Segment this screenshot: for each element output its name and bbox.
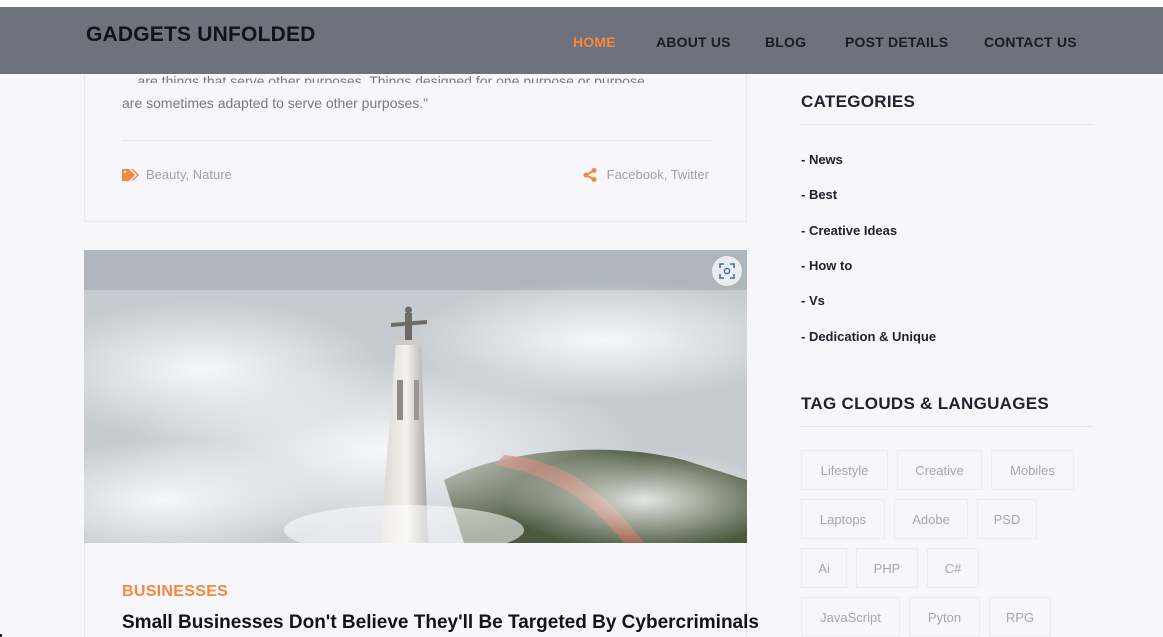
tag-javascript[interactable]: JavaScript [801, 597, 900, 637]
tag-creative[interactable]: Creative [897, 450, 982, 490]
post-quote-line-1: ... are things that serve other purposes… [122, 73, 645, 83]
nav-post-details[interactable]: POST DETAILS [845, 34, 948, 50]
next-post-body: BUSINESSES Small Businesses Don't Believ… [84, 543, 759, 637]
tag-mobiles[interactable]: Mobiles [991, 450, 1074, 490]
category-item-best[interactable]: - Best [801, 187, 837, 202]
zoom-button[interactable] [712, 256, 742, 286]
tag-laptops[interactable]: Laptops [801, 499, 885, 539]
category-item-how-to[interactable]: - How to [801, 258, 852, 273]
tag-rpg[interactable]: RPG [989, 597, 1051, 637]
tag-pyton[interactable]: Pyton [909, 597, 980, 637]
post-image[interactable] [84, 250, 747, 543]
categories-rule [801, 124, 1093, 125]
site-header: GADGETS UNFOLDED HOME ABOUT US BLOG POST… [0, 7, 1163, 74]
category-item-dedication-unique[interactable]: - Dedication & Unique [801, 329, 936, 344]
foggy-monument-image [84, 250, 747, 543]
post-quote-line-2: are sometimes adapted to serve other pur… [122, 95, 429, 111]
post-category[interactable]: BUSINESSES [122, 583, 228, 601]
nav-about-us[interactable]: ABOUT US [656, 34, 731, 50]
tags-rule [801, 426, 1093, 427]
tag-adobe[interactable]: Adobe [894, 499, 968, 539]
top-strip [0, 0, 1163, 7]
post-divider [122, 140, 711, 141]
tag-ai[interactable]: Ai [801, 548, 847, 588]
post-title[interactable]: Small Businesses Don't Believe They'll B… [122, 612, 759, 634]
post-tags-text[interactable]: Beauty, Nature [146, 167, 232, 182]
category-item-creative-ideas[interactable]: - Creative Ideas [801, 223, 897, 238]
share-icon [583, 167, 599, 182]
nav-home[interactable]: HOME [573, 34, 616, 50]
nav-contact-us[interactable]: CONTACT US [984, 34, 1077, 50]
tag-lifestyle[interactable]: Lifestyle [801, 450, 888, 490]
tags-title: TAG CLOUDS & LANGUAGES [801, 394, 1050, 413]
previous-post-card: ... are things that serve other purposes… [84, 60, 747, 222]
nav-blog[interactable]: BLOG [765, 34, 806, 50]
tag-psd[interactable]: PSD [977, 499, 1037, 539]
category-item-vs[interactable]: - Vs [801, 293, 825, 308]
zoom-lens-icon [719, 263, 735, 279]
tag-csharp[interactable]: C# [927, 548, 979, 588]
categories-title: CATEGORIES [801, 92, 916, 111]
tag-php[interactable]: PHP [856, 548, 918, 588]
post-share-text[interactable]: Facebook, Twitter [607, 167, 709, 182]
post-share[interactable]: Facebook, Twitter [583, 167, 709, 182]
tags-icon [122, 168, 139, 182]
post-tags[interactable]: Beauty, Nature [122, 167, 232, 182]
category-item-news[interactable]: - News [801, 152, 843, 167]
main-nav: HOME ABOUT US BLOG POST DETAILS CONTACT … [0, 34, 1163, 54]
